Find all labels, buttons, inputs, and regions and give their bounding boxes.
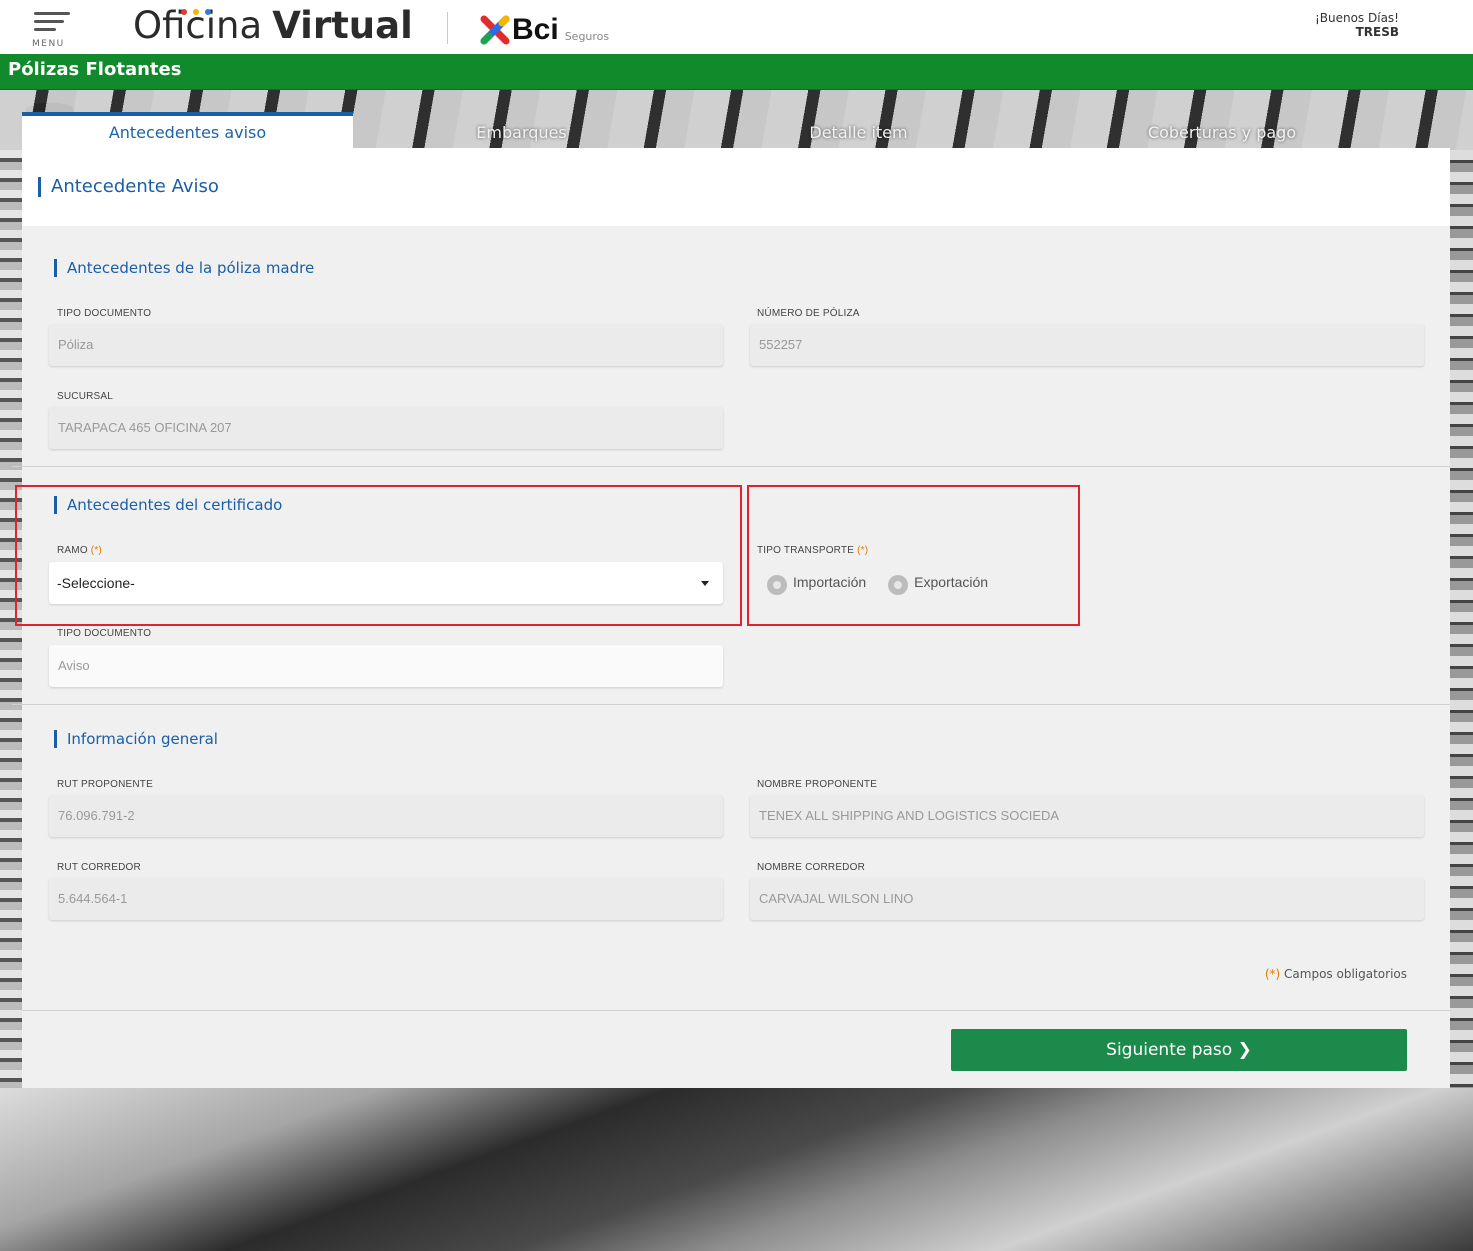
tipo-documento-field[interactable]: Póliza xyxy=(49,324,723,366)
title-marker xyxy=(54,259,57,277)
menu-label: MENU xyxy=(32,39,65,49)
panel-header: Antecedente Aviso xyxy=(22,148,1450,226)
background-bottom-photo xyxy=(0,1088,1473,1251)
background-right-strip xyxy=(1450,150,1473,1088)
brand-dots-icon xyxy=(181,8,217,17)
section-certificado: Antecedentes del certificado xyxy=(54,496,282,514)
tipo-transporte-radios: Importación Exportación xyxy=(767,572,1010,595)
radio-exportacion[interactable]: Exportación xyxy=(888,572,989,595)
bci-x-icon xyxy=(480,15,510,45)
rut-corredor-label: RUT CORREDOR xyxy=(57,862,141,873)
divider xyxy=(22,1010,1450,1011)
logo-text: Bci xyxy=(512,13,559,46)
required-mark: (*) xyxy=(857,545,869,556)
nombre-corredor-field[interactable]: CARVAJAL WILSON LINO xyxy=(750,878,1424,920)
next-step-button[interactable]: Siguiente paso ❯ xyxy=(951,1029,1407,1071)
top-header: MENU Oficina Virtual Bci Seguros ¡Buenos … xyxy=(0,0,1473,54)
tab-coberturas-pago[interactable]: Coberturas y pago xyxy=(1027,112,1417,148)
form-panel: Antecedente Aviso Antecedentes de la pól… xyxy=(12,148,1450,1088)
logo-subtext: Seguros xyxy=(564,30,610,43)
caret-down-icon xyxy=(701,581,709,586)
sucursal-label: SUCURSAL xyxy=(57,391,114,402)
divider xyxy=(12,466,1450,467)
tab-antecedentes-aviso[interactable]: Antecedentes aviso xyxy=(22,112,353,148)
radio-circle-icon xyxy=(767,575,787,595)
brand-logo: Oficina Virtual xyxy=(133,4,413,47)
sucursal-field[interactable]: TARAPACA 465 OFICINA 207 xyxy=(49,407,723,449)
menu-button[interactable]: MENU xyxy=(30,8,74,52)
greeting-text: ¡Buenos Días! xyxy=(1314,11,1399,25)
tipo-transporte-label-text: TIPO TRANSPORTE xyxy=(757,545,855,556)
required-fields-note: (*) Campos obligatorios xyxy=(1265,967,1407,981)
tipo-documento-cert-label: TIPO DOCUMENTO xyxy=(57,628,152,639)
rut-proponente-label: RUT PROPONENTE xyxy=(57,779,153,790)
username: TRESB xyxy=(1355,25,1399,39)
radio-label: Exportación xyxy=(914,574,989,590)
tipo-transporte-label: TIPO TRANSPORTE (*) xyxy=(757,545,868,556)
title-marker xyxy=(54,496,57,514)
tab-detalle-item[interactable]: Detalle item xyxy=(690,112,1027,148)
ramo-label-text: RAMO xyxy=(57,545,88,556)
nombre-proponente-label: NOMBRE PROPONENTE xyxy=(757,779,878,790)
ramo-label: RAMO (*) xyxy=(57,545,102,556)
section-poliza-madre: Antecedentes de la póliza madre xyxy=(54,259,314,277)
section-informacion-general: Información general xyxy=(54,730,218,748)
divider xyxy=(12,704,1450,705)
header-divider xyxy=(447,12,448,44)
required-mark: (*) xyxy=(90,545,102,556)
required-note-text: Campos obligatorios xyxy=(1284,967,1407,981)
title-marker xyxy=(38,176,41,197)
page-title: Pólizas Flotantes xyxy=(8,59,182,80)
radio-importacion[interactable]: Importación xyxy=(767,572,867,595)
rut-corredor-field[interactable]: 5.644.564-1 xyxy=(49,878,723,920)
brand-second: Virtual xyxy=(272,4,413,47)
bci-logo: Bci Seguros xyxy=(480,9,609,45)
tipo-documento-cert-field[interactable]: Aviso xyxy=(49,645,723,687)
required-mark: (*) xyxy=(1264,967,1281,981)
panel-title-text: Antecedente Aviso xyxy=(51,176,219,197)
title-marker xyxy=(54,730,57,748)
section-bar: Pólizas Flotantes xyxy=(0,54,1473,90)
ramo-selected-value: -Seleccione- xyxy=(57,575,135,591)
ramo-select[interactable]: -Seleccione- xyxy=(49,562,723,604)
greeting: ¡Buenos Días! TRESB xyxy=(1315,11,1399,39)
numero-poliza-label: NÚMERO DE PÓLIZA xyxy=(757,308,860,319)
numero-poliza-field[interactable]: 552257 xyxy=(750,324,1424,366)
radio-label: Importación xyxy=(793,574,867,590)
rut-proponente-field[interactable]: 76.096.791-2 xyxy=(49,795,723,837)
hamburger-icon-bar xyxy=(34,20,64,23)
tab-embarques[interactable]: Embarques xyxy=(353,112,690,148)
panel-title: Antecedente Aviso xyxy=(38,176,219,197)
step-tabs: Antecedentes aviso Embarques Detalle ite… xyxy=(22,112,1450,148)
hamburger-icon xyxy=(34,12,70,15)
hamburger-icon-bar xyxy=(34,28,56,31)
nombre-corredor-label: NOMBRE CORREDOR xyxy=(757,862,866,873)
section-title-text: Antecedentes de la póliza madre xyxy=(67,259,315,277)
nombre-proponente-field[interactable]: TENEX ALL SHIPPING AND LOGISTICS SOCIEDA xyxy=(750,795,1424,837)
section-title-text: Antecedentes del certificado xyxy=(67,496,283,514)
section-title-text: Información general xyxy=(67,730,218,748)
tipo-documento-label: TIPO DOCUMENTO xyxy=(57,308,152,319)
